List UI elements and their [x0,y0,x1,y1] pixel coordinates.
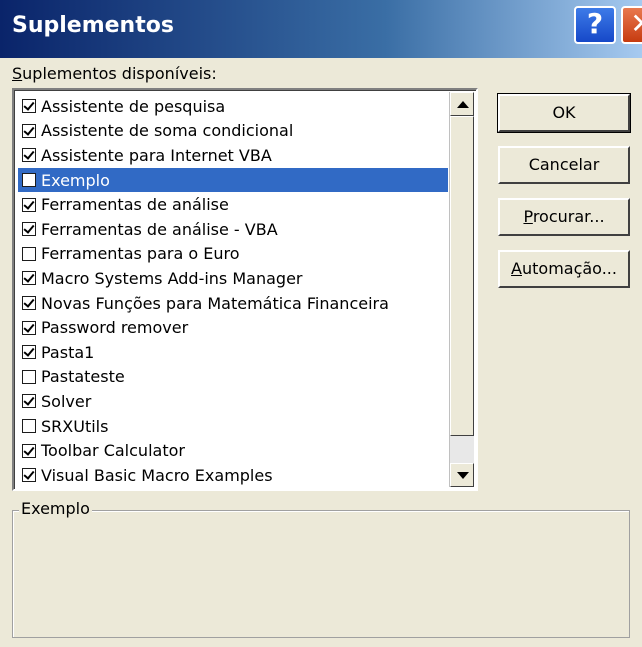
addin-row[interactable]: Solver [18,389,448,414]
addin-row[interactable]: Pasta1 [18,340,448,365]
scroll-up-button[interactable] [450,92,474,116]
addins-dialog: Suplementos ? ✕ Suplementos disponíveis:… [0,0,642,647]
addin-row[interactable]: Assistente de pesquisa [18,94,448,119]
description-group: Exemplo [12,499,630,638]
checkbox-checked[interactable] [22,197,36,212]
checkbox-checked[interactable] [22,345,36,360]
addin-label: Assistente de pesquisa [41,96,226,116]
scroll-thumb[interactable] [450,116,474,436]
close-button[interactable]: ✕ [621,6,642,44]
checkbox-checked[interactable] [22,123,36,138]
addin-row[interactable]: Assistente para Internet VBA [18,143,448,168]
checkbox-checked[interactable] [22,148,36,163]
checkbox-unchecked[interactable] [22,419,36,434]
vertical-scrollbar[interactable] [449,92,474,487]
addin-row[interactable]: Visual Basic Macro Examples [18,463,448,488]
addin-row[interactable]: Ferramentas de análise [18,192,448,217]
addin-label: Password remover [41,318,189,338]
checkbox-checked[interactable] [22,468,36,483]
checkbox-checked[interactable] [22,222,36,237]
close-icon: ✕ [630,7,642,40]
addin-row[interactable]: Pastateste [18,365,448,390]
checkbox-unchecked[interactable] [22,173,36,188]
dialog-title: Suplementos [12,13,174,38]
addin-row[interactable]: Macro Systems Add-ins Manager [18,266,448,291]
available-addins-label-accel: S [12,64,23,83]
checkbox-checked[interactable] [22,271,36,286]
checkbox-checked[interactable] [22,394,36,409]
checkbox-unchecked[interactable] [22,246,36,261]
addin-label: Solver [41,391,92,411]
checkbox-checked[interactable] [22,320,36,335]
addin-row[interactable]: Ferramentas de análise - VBA [18,217,448,242]
addin-label: Ferramentas de análise - VBA [41,219,278,239]
browse-button-accel: P [523,207,533,226]
title-bar[interactable]: Suplementos ? ✕ [0,0,642,58]
browse-button[interactable]: Procurar... [498,198,630,236]
automation-button-accel: A [511,259,522,278]
checkbox-checked[interactable] [22,443,36,458]
addin-label: Assistente de soma condicional [41,121,294,141]
addin-label: Ferramentas de análise [41,195,229,215]
addin-label: Toolbar Calculator [41,441,185,461]
addin-label: Macro Systems Add-ins Manager [41,268,303,288]
help-icon: ? [586,7,604,40]
addin-label: Novas Funções para Matemática Financeira [41,293,389,313]
checkbox-checked[interactable] [22,296,36,311]
cancel-button[interactable]: Cancelar [498,146,630,184]
automation-button-text: utomação... [521,259,617,278]
addin-row[interactable]: Assistente de soma condicional [18,119,448,144]
addin-label: SRXUtils [41,416,109,436]
checkbox-checked[interactable] [22,99,36,114]
ok-button[interactable]: OK [497,93,631,133]
help-button[interactable]: ? [574,6,616,44]
addin-label: Pasta1 [41,342,95,362]
addin-label: Assistente para Internet VBA [41,145,272,165]
available-addins-label: Suplementos disponíveis: [12,64,217,83]
addin-label: Ferramentas para o Euro [41,244,240,264]
addin-row[interactable]: Toolbar Calculator [18,438,448,463]
checkbox-unchecked[interactable] [22,369,36,384]
addin-label: Pastateste [41,367,125,387]
scroll-down-button[interactable] [450,463,474,487]
browse-button-text: rocurar... [532,207,605,226]
addin-row[interactable]: Exemplo [18,167,448,193]
addin-label: Exemplo [41,170,114,190]
arrow-up-icon [457,101,469,108]
addins-list-items: Assistente de pesquisa Assistente de soma… [18,94,448,488]
addin-label: Visual Basic Macro Examples [41,465,273,485]
addin-row[interactable]: SRXUtils [18,414,448,439]
automation-button[interactable]: Automação... [498,250,630,288]
addin-row[interactable]: Novas Funções para Matemática Financeira [18,291,448,316]
available-addins-label-text: uplementos disponíveis: [22,64,217,83]
arrow-down-icon [457,472,469,479]
addins-list[interactable]: Assistente de pesquisa Assistente de soma… [12,88,478,491]
addin-row[interactable]: Password remover [18,315,448,340]
description-legend: Exemplo [19,499,92,518]
addin-row[interactable]: Ferramentas para o Euro [18,242,448,267]
